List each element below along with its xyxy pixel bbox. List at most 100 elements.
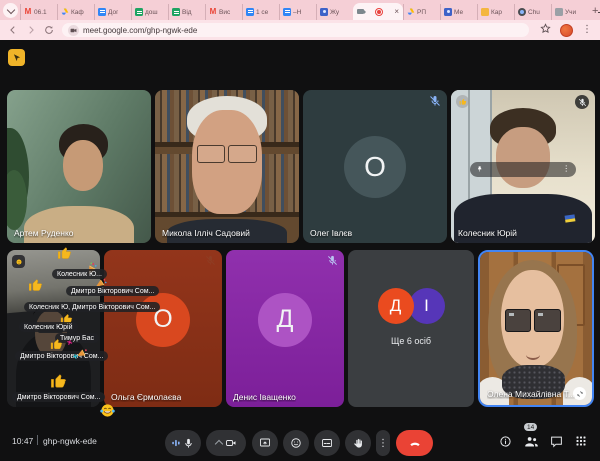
tab-app-5[interactable]: Учи xyxy=(551,4,588,20)
camera-icon xyxy=(225,437,237,449)
avatar: Д xyxy=(378,288,414,324)
chat-button[interactable] xyxy=(550,435,563,448)
pin-icon[interactable] xyxy=(476,165,484,173)
tab-docs-3[interactable]: –Н xyxy=(279,4,316,20)
tab-app-2[interactable]: Ме xyxy=(440,4,477,20)
tab-label: Chu xyxy=(528,9,540,16)
url-text: meet.google.com/ghp-ngwk-ede xyxy=(83,26,197,35)
extension-overlay-icon[interactable] xyxy=(8,49,25,66)
raise-hand-button[interactable] xyxy=(345,430,371,456)
docs-favicon-icon xyxy=(98,8,106,16)
reaction-toast: Колесник Ю... xyxy=(52,269,107,279)
tab-label: Вис xyxy=(219,9,230,16)
people-button[interactable] xyxy=(524,435,539,448)
camera-switch-icon[interactable] xyxy=(573,387,586,400)
tab-gmail-1[interactable]: M06.1 xyxy=(20,4,57,20)
end-call-button[interactable] xyxy=(396,430,433,456)
browser-menu-icon[interactable]: ⋮ xyxy=(582,25,592,35)
drive-favicon-icon xyxy=(407,8,415,16)
tab-sheets-2[interactable]: Від xyxy=(168,4,205,20)
tab-sheets-1[interactable]: дош xyxy=(131,4,168,20)
tab-app-3[interactable]: Кар xyxy=(477,4,514,20)
glasses-shape xyxy=(197,145,257,163)
tab-label: 1 се xyxy=(256,9,268,16)
tab-active-meet[interactable]: × xyxy=(353,3,403,20)
camera-button[interactable] xyxy=(206,430,246,456)
sheets-favicon-icon xyxy=(172,8,180,16)
present-icon xyxy=(259,437,271,449)
tile-overflow[interactable]: Д І Ще 6 осіб xyxy=(348,250,474,407)
tab-label: Каф xyxy=(71,9,84,16)
meet-stage: Артем Руденко Микола Ілліч Садовий О Оле… xyxy=(0,40,600,461)
mic-button[interactable] xyxy=(165,430,201,456)
tab-label: 06.1 xyxy=(34,9,47,16)
tab-strip: M06.1 Каф Дог дош Від MВис 1 се –Н Жу × … xyxy=(0,0,600,20)
captions-button[interactable] xyxy=(314,430,340,456)
reload-button[interactable] xyxy=(44,25,54,35)
captions-icon xyxy=(321,437,333,449)
drive-favicon-icon xyxy=(61,8,69,16)
smiley-badge-icon xyxy=(12,255,25,268)
tab-docs-1[interactable]: Дог xyxy=(94,4,131,20)
bookmark-star-icon[interactable] xyxy=(540,21,551,39)
tab-label: Учи xyxy=(565,9,576,16)
participant-name: Денис Іващенко xyxy=(233,392,296,402)
person-silhouette xyxy=(526,348,541,359)
browser-window: M06.1 Каф Дог дош Від MВис 1 се –Н Жу × … xyxy=(0,0,600,461)
tab-label: Ме xyxy=(454,9,463,16)
avatar: І xyxy=(409,288,445,324)
tab-docs-2[interactable]: 1 се xyxy=(242,4,279,20)
browser-toolbar: meet.google.com/ghp-ngwk-ede ⋮ xyxy=(0,20,600,40)
tile-oleg[interactable]: О Олег Івлєв xyxy=(303,90,447,243)
divider xyxy=(37,435,38,445)
tile-olha[interactable]: О Ольга Єрмолаєва xyxy=(104,250,222,407)
tab-close-icon[interactable]: × xyxy=(394,8,399,16)
tile-kolesnyk[interactable]: ⋮ Колесник Юрій xyxy=(451,90,595,243)
activities-button[interactable] xyxy=(575,435,587,447)
gmail-favicon-icon: M xyxy=(24,8,32,16)
app-favicon-icon xyxy=(481,8,489,16)
person-silhouette xyxy=(63,140,103,190)
tile-mykola[interactable]: Микола Ілліч Садовий xyxy=(155,90,299,243)
app-favicon-icon xyxy=(555,8,563,16)
tile-denys[interactable]: Д Денис Іващенко xyxy=(226,250,344,407)
mic-off-icon xyxy=(575,95,589,109)
info-icon xyxy=(499,435,512,448)
tab-search-button[interactable] xyxy=(3,3,18,18)
tab-drive-2[interactable]: РП xyxy=(403,4,440,20)
reaction-badge xyxy=(456,95,469,108)
meet-tab-favicon-icon xyxy=(357,9,364,14)
gmail-favicon-icon: M xyxy=(209,8,217,16)
raise-hand-icon xyxy=(353,438,364,449)
tab-gmail-2[interactable]: MВис xyxy=(205,4,242,20)
tab-app-4[interactable]: Chu xyxy=(514,4,551,20)
back-button[interactable] xyxy=(8,25,18,35)
reactions-button[interactable] xyxy=(283,430,309,456)
reaction-toast: Колесник Юрій xyxy=(19,322,78,332)
present-button[interactable] xyxy=(252,430,278,456)
address-bar[interactable]: meet.google.com/ghp-ngwk-ede xyxy=(62,23,529,37)
tab-label: Кар xyxy=(491,9,502,16)
chevron-up-icon xyxy=(214,440,222,448)
participant-name: Микола Ілліч Садовий xyxy=(162,228,250,238)
tab-app-1[interactable]: Жу xyxy=(316,4,353,20)
participant-name: Ольга Єрмолаєва xyxy=(111,392,181,402)
more-vert-icon[interactable]: ⋮ xyxy=(562,165,570,173)
thumbs-up-emoji xyxy=(28,278,43,298)
tile-hover-toolbar[interactable]: ⋮ xyxy=(470,162,577,177)
audio-level-icon xyxy=(172,438,180,448)
tab-label: РП xyxy=(417,9,426,16)
tile-artem[interactable]: Артем Руденко xyxy=(7,90,151,243)
info-button[interactable] xyxy=(499,435,512,448)
meeting-code: ghp-ngwk-ede xyxy=(43,436,97,446)
person-silhouette xyxy=(496,127,551,188)
tile-olena-self[interactable]: Олена Михайлівна Т... xyxy=(478,250,594,407)
tab-drive-1[interactable]: Каф xyxy=(57,4,94,20)
reaction-toast: Дмитро Вікторович Сом... xyxy=(15,351,108,361)
participant-name: Олена Михайлівна Т... xyxy=(487,389,575,399)
more-options-icon: ⋮ xyxy=(378,438,388,449)
more-options-button[interactable]: ⋮ xyxy=(376,430,390,456)
profile-avatar[interactable] xyxy=(560,24,573,37)
chevron-down-icon xyxy=(6,5,14,13)
forward-button[interactable] xyxy=(26,25,36,35)
